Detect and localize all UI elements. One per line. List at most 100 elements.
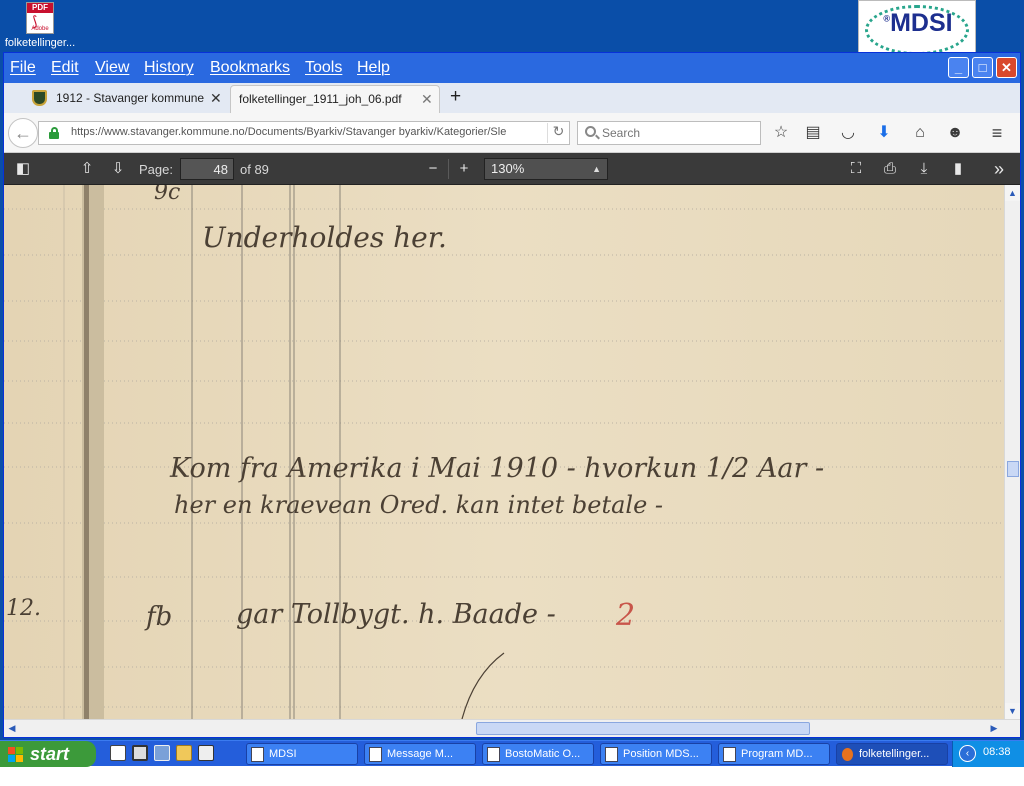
- system-tray: ‹ 08:38: [952, 741, 1024, 767]
- lock-icon: [49, 127, 59, 139]
- download-arrow-icon[interactable]: ⬇: [873, 123, 895, 143]
- document-icon: [251, 747, 264, 762]
- scanned-census-page: 9c Underholdes her. Kom fra Amerika i Ma…: [4, 185, 1004, 719]
- new-tab-plus-icon[interactable]: +: [450, 86, 461, 108]
- presentation-mode-icon[interactable]: ⛶: [845, 159, 867, 179]
- task-message[interactable]: Message M...: [364, 743, 476, 765]
- vertical-scrollbar[interactable]: ▲ ▼: [1004, 185, 1020, 719]
- calculator-icon[interactable]: [198, 745, 214, 761]
- tab-label: folketellinger_1911_joh_06.pdf: [239, 92, 402, 106]
- chevron-left-icon[interactable]: ‹: [959, 745, 976, 762]
- task-firefox[interactable]: folketellinger...: [836, 743, 948, 765]
- document-icon[interactable]: [110, 745, 126, 761]
- handwritten-address: gar Tollbygt. h. Baade -: [236, 599, 556, 630]
- taskbar: start MDSI Message M... BostoMatic O... …: [0, 740, 1024, 767]
- bookmark-star-icon[interactable]: ☆: [770, 123, 792, 143]
- zoom-select[interactable]: 130% ▲: [484, 158, 608, 180]
- minimize-button[interactable]: _: [948, 57, 969, 78]
- updown-chevron-icon: ▲: [592, 164, 601, 174]
- back-arrow-icon[interactable]: ←: [8, 118, 38, 148]
- menu-bar: File Edit View History Bookmarks Tools H…: [4, 53, 1020, 83]
- menu-edit[interactable]: Edit: [51, 59, 79, 77]
- document-icon: [369, 747, 382, 762]
- folder-icon[interactable]: [176, 745, 192, 761]
- bookmark-ribbon-icon[interactable]: ▮: [947, 159, 969, 179]
- horizontal-scroll-thumb[interactable]: [476, 722, 810, 735]
- pdf-badge: PDF: [27, 3, 53, 13]
- handwritten-mark-9c: 9c: [154, 185, 180, 205]
- menu-history[interactable]: History: [144, 59, 194, 77]
- firefox-window: File Edit View History Bookmarks Tools H…: [3, 52, 1021, 738]
- menu-bookmarks[interactable]: Bookmarks: [210, 59, 290, 77]
- close-tab-icon[interactable]: ✕: [210, 85, 222, 112]
- pdf-file-icon: PDF ⟆ Adobe: [26, 2, 54, 34]
- task-program[interactable]: Program MD...: [718, 743, 830, 765]
- url-text[interactable]: https://www.stavanger.kommune.no/Documen…: [71, 126, 543, 138]
- hamburger-menu-icon[interactable]: ≡: [986, 123, 1008, 143]
- page-number-input[interactable]: [180, 158, 234, 180]
- tab-stavanger-kommune[interactable]: 1912 - Stavanger kommune ✕: [28, 85, 228, 113]
- horizontal-scrollbar[interactable]: ◀ ▶: [4, 719, 1020, 737]
- smiley-feedback-icon[interactable]: ☻: [944, 123, 966, 143]
- reading-list-icon[interactable]: ▤: [802, 123, 824, 143]
- municipal-crest-icon: [32, 90, 47, 106]
- clock: 08:38: [983, 746, 1011, 758]
- handwritten-mark-fb: fb: [144, 602, 172, 632]
- start-label: start: [30, 744, 70, 764]
- desktop-pdf-shortcut[interactable]: PDF ⟆ Adobe folketellinger...: [0, 2, 80, 50]
- sidebar-toggle-icon[interactable]: ◧: [12, 159, 34, 179]
- page-count: of 89: [240, 162, 269, 177]
- red-pencil-mark: 2: [615, 598, 635, 633]
- pdf-toolbar: ◧ ⇧ ⇩ Page: of 89 − + 130% ▲ ⛶ ⎙ ⤓ ▮ »: [4, 153, 1020, 185]
- menu-view[interactable]: View: [95, 59, 129, 77]
- zoom-in-plus-icon[interactable]: +: [453, 159, 475, 179]
- menu-tools[interactable]: Tools: [305, 59, 342, 77]
- adobe-brand: Adobe: [31, 26, 49, 32]
- handwritten-number-12: 12.: [6, 596, 41, 621]
- search-box[interactable]: [577, 121, 761, 145]
- scroll-down-arrow-icon[interactable]: ▼: [1005, 703, 1020, 719]
- menu-help[interactable]: Help: [357, 59, 390, 77]
- scroll-up-arrow-icon[interactable]: ▲: [1005, 185, 1020, 201]
- zoom-value: 130%: [491, 161, 525, 176]
- tools-chevron-icon[interactable]: »: [988, 159, 1010, 179]
- home-icon[interactable]: ⌂: [909, 123, 931, 143]
- task-bostomatic[interactable]: BostoMatic O...: [482, 743, 594, 765]
- pdf-viewer[interactable]: 9c Underholdes her. Kom fra Amerika i Ma…: [4, 185, 1020, 719]
- print-icon[interactable]: ⎙: [879, 159, 901, 179]
- desktop-icon-label: folketellinger...: [4, 37, 76, 49]
- search-icon: [585, 126, 596, 137]
- next-page-arrow-icon[interactable]: ⇩: [107, 159, 129, 179]
- firefox-icon: [841, 747, 854, 762]
- scroll-left-arrow-icon[interactable]: ◀: [4, 720, 20, 737]
- vertical-scroll-thumb[interactable]: [1007, 461, 1019, 477]
- task-mdsi[interactable]: MDSI: [246, 743, 358, 765]
- close-tab-icon[interactable]: ✕: [421, 86, 433, 113]
- navigation-bar: ← https://www.stavanger.kommune.no/Docum…: [4, 113, 1020, 153]
- window-grid-icon[interactable]: [132, 745, 148, 761]
- menu-file[interactable]: File: [10, 59, 36, 77]
- document-icon: [723, 747, 736, 762]
- task-position[interactable]: Position MDS...: [600, 743, 712, 765]
- start-button[interactable]: start: [0, 741, 96, 767]
- tab-pdf-document[interactable]: folketellinger_1911_joh_06.pdf ✕: [230, 85, 440, 113]
- url-bar[interactable]: https://www.stavanger.kommune.no/Documen…: [38, 121, 570, 145]
- search-input[interactable]: [602, 124, 752, 142]
- zoom-out-minus-icon[interactable]: −: [422, 159, 444, 179]
- handwritten-note-line-2: Kom fra Amerika i Mai 1910 - hvorkun 1/2…: [169, 453, 824, 484]
- scroll-right-arrow-icon[interactable]: ▶: [986, 720, 1002, 737]
- mdsi-logo: ®MDSI: [858, 0, 976, 60]
- document-icon: [487, 747, 500, 762]
- tab-label: 1912 - Stavanger kommune: [56, 91, 205, 105]
- reload-icon[interactable]: ↻: [547, 123, 569, 143]
- save-download-icon[interactable]: ⤓: [913, 159, 935, 179]
- document-icon: [605, 747, 618, 762]
- close-window-button[interactable]: ✕: [996, 57, 1017, 78]
- page-label: Page:: [139, 162, 173, 177]
- handwritten-note-line-3: her en kraevean Ored. kan intet betale -: [174, 491, 663, 519]
- previous-page-arrow-icon[interactable]: ⇧: [76, 159, 98, 179]
- pocket-icon[interactable]: ◡: [837, 123, 859, 143]
- maximize-button[interactable]: □: [972, 57, 993, 78]
- handwritten-note-line-1: Underholdes her.: [202, 221, 447, 254]
- network-icon[interactable]: [154, 745, 170, 761]
